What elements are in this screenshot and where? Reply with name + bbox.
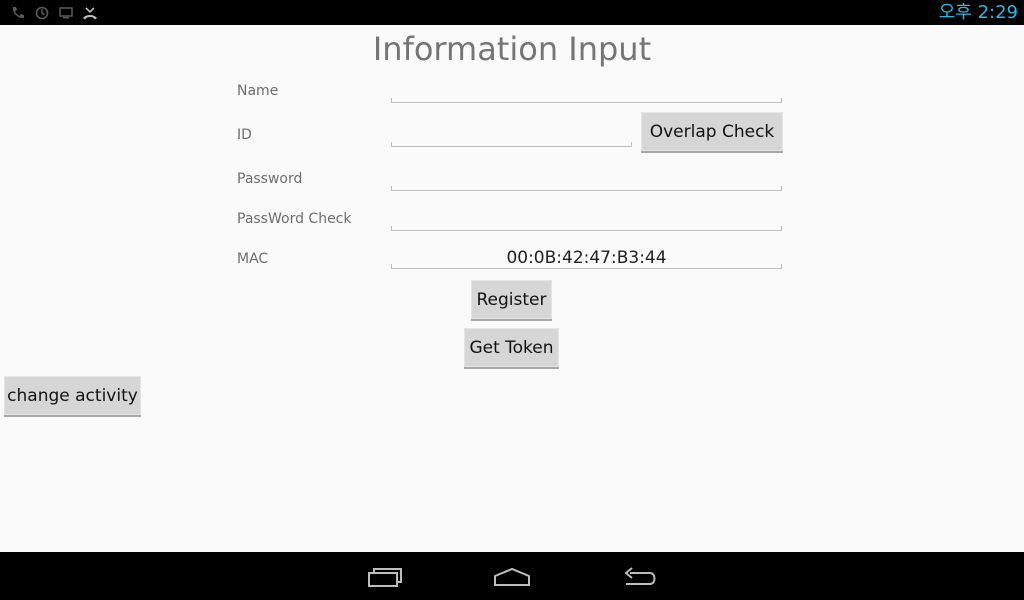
phone-call-icon [12,7,24,19]
notification-icons [10,4,98,22]
sync-icon [35,6,49,20]
missed-call-icon [83,7,97,20]
back-icon[interactable] [620,564,660,590]
mac-label: MAC [237,251,269,267]
id-label: ID [237,127,252,143]
home-icon[interactable] [492,564,532,590]
cast-screen-icon [59,7,73,19]
recent-apps-icon[interactable] [365,564,405,590]
register-button[interactable]: Register [471,280,552,321]
password-check-field[interactable] [391,210,782,231]
navigation-bar [0,552,1024,600]
password-check-label: PassWord Check [237,211,352,227]
get-token-button[interactable]: Get Token [464,328,559,369]
id-field[interactable] [391,126,632,147]
mac-field[interactable]: 00:0B:42:47:B3:44 [391,248,782,269]
change-activity-button[interactable]: change activity [4,376,141,417]
overlap-check-button[interactable]: Overlap Check [641,112,783,153]
name-field[interactable] [391,82,782,103]
app-screen: 오후 2:29 Information Input Name ID Overla… [0,0,1024,600]
status-clock: 오후 2:29 [938,2,1018,23]
page-title: Information Input [372,30,652,68]
password-label: Password [237,171,303,187]
status-bar: 오후 2:29 [0,0,1024,25]
password-field[interactable] [391,170,782,191]
name-label: Name [237,83,279,99]
